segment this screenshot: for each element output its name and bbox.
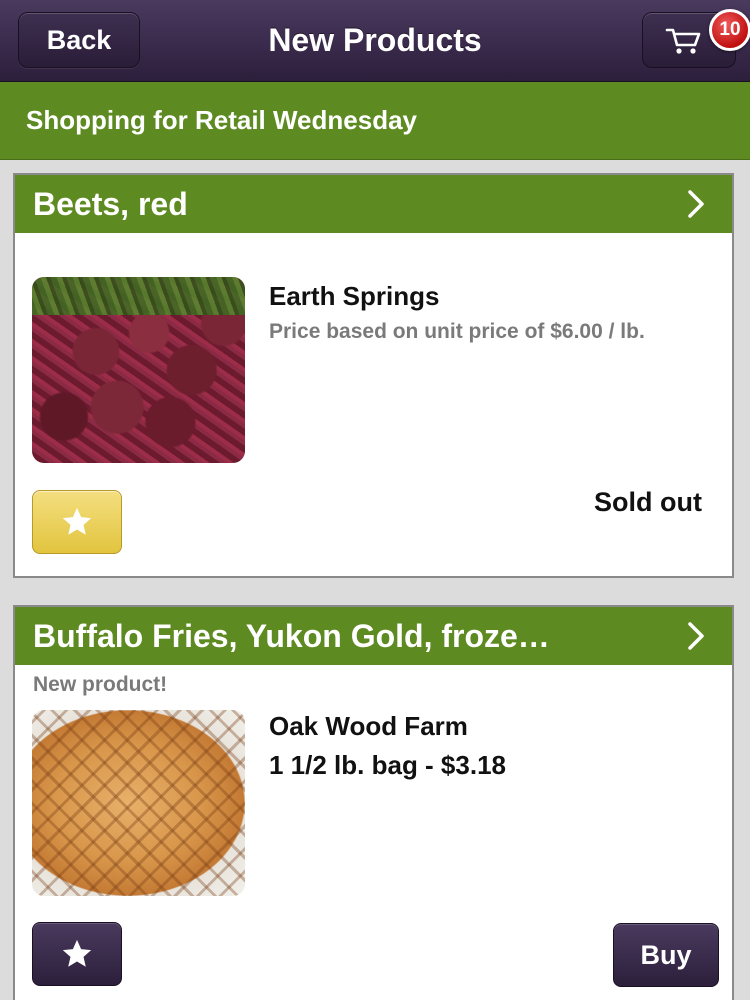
back-button-label: Back	[46, 24, 112, 55]
product-image[interactable]	[32, 277, 245, 463]
favorite-button[interactable]	[32, 490, 122, 554]
cart-button[interactable]: 10	[642, 9, 750, 68]
shopping-cart-icon	[665, 28, 701, 54]
back-button[interactable]: Back	[18, 12, 140, 68]
favorite-button[interactable]	[32, 922, 122, 986]
star-icon	[62, 507, 92, 535]
product-card: Beets, red Earth Springs Price based on …	[13, 173, 734, 578]
product-header[interactable]: Beets, red	[15, 175, 732, 233]
buy-button[interactable]: Buy	[613, 923, 719, 987]
star-icon	[62, 939, 92, 967]
producer-name: Oak Wood Farm	[269, 711, 468, 741]
chevron-right-icon	[686, 607, 706, 665]
product-header[interactable]: Buffalo Fries, Yukon Gold, froze…	[15, 607, 732, 665]
top-nav-bar: Back New Products 10	[0, 0, 750, 82]
product-image[interactable]	[32, 710, 245, 896]
cart-count-badge: 10	[709, 9, 750, 51]
availability-status: Sold out	[594, 487, 702, 517]
shopping-day-text: Shopping for Retail Wednesday	[26, 105, 418, 135]
shopping-day-banner: Shopping for Retail Wednesday	[0, 82, 750, 160]
new-product-tag: New product!	[33, 673, 168, 696]
page-title: New Products	[268, 21, 482, 58]
buy-button-label: Buy	[640, 939, 692, 970]
chevron-right-icon	[686, 175, 706, 233]
product-price: 1 1/2 lb. bag - $3.18	[269, 750, 506, 780]
price-note: Price based on unit price of $6.00 / lb.	[269, 320, 645, 343]
producer-name: Earth Springs	[269, 281, 440, 311]
product-name: Buffalo Fries, Yukon Gold, froze…	[33, 617, 550, 654]
product-card: Buffalo Fries, Yukon Gold, froze… New pr…	[13, 605, 734, 1000]
product-name: Beets, red	[33, 185, 188, 222]
